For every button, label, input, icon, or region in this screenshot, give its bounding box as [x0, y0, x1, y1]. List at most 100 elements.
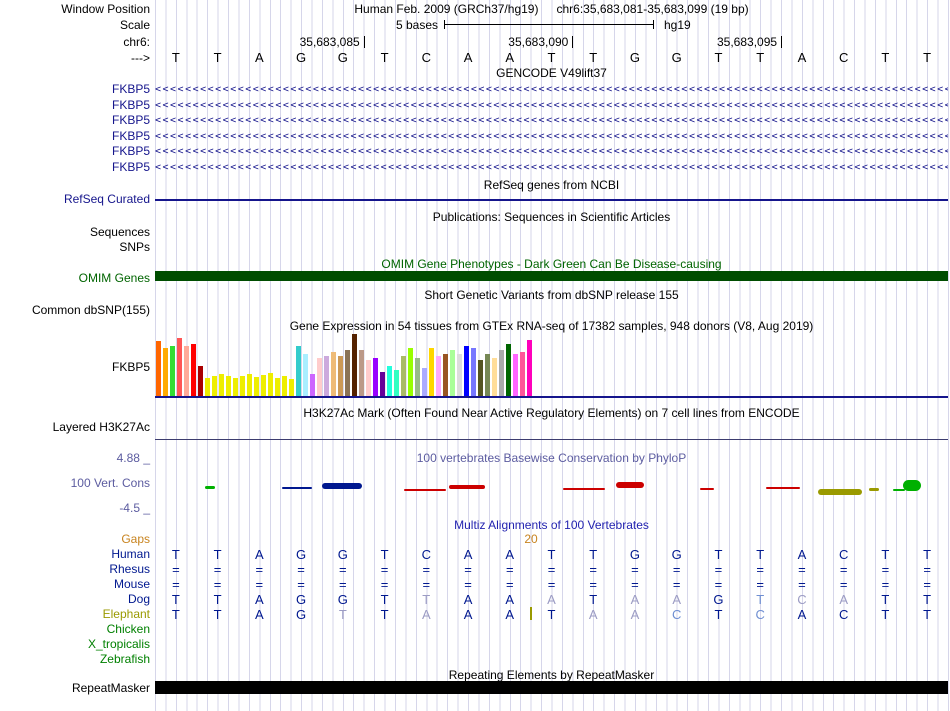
alignment-row-dog[interactable]: TTAGGTTAAATAAGTCATT [155, 592, 948, 607]
gtex-expression-bar[interactable] [394, 370, 399, 396]
gtex-expression-bar[interactable] [240, 376, 245, 396]
gtex-expression-bar[interactable] [345, 350, 350, 396]
alignment-base: = [213, 562, 222, 577]
common-dbsnp-label[interactable]: Common dbSNP(155) [0, 303, 150, 317]
gtex-expression-bar[interactable] [296, 346, 301, 396]
alignment-row-chicken[interactable] [155, 622, 948, 636]
repeatmasker-bar[interactable] [155, 681, 948, 694]
gtex-expression-bar[interactable] [184, 346, 189, 396]
gene-label-fkbp5[interactable]: FKBP5 [0, 129, 150, 143]
snps-label[interactable]: SNPs [0, 240, 150, 254]
gtex-expression-bar[interactable] [436, 356, 441, 396]
gtex-expression-bar[interactable] [226, 376, 231, 396]
gene-intron-arrows[interactable]: <<<<<<<<<<<<<<<<<<<<<<<<<<<<<<<<<<<<<<<<… [155, 83, 948, 96]
species-label-elephant[interactable]: Elephant [0, 607, 150, 621]
gtex-expression-bar[interactable] [233, 378, 238, 396]
species-label-rhesus[interactable]: Rhesus [0, 562, 150, 576]
gtex-expression-bar[interactable] [310, 374, 315, 396]
gtex-expression-bar[interactable] [422, 368, 427, 396]
gtex-expression-bar[interactable] [170, 346, 175, 396]
alignment-row-human[interactable]: TTAGGTCAATTGGTTACTT [155, 547, 948, 562]
gtex-expression-bar[interactable] [247, 374, 252, 396]
repeatmasker-label[interactable]: RepeatMasker [0, 681, 150, 695]
layered-h3k27ac-label[interactable]: Layered H3K27Ac [0, 420, 150, 434]
gtex-expression-bar[interactable] [513, 354, 518, 396]
gtex-expression-bar[interactable] [303, 354, 308, 396]
gtex-expression-bar[interactable] [450, 350, 455, 396]
gtex-gene-label[interactable]: FKBP5 [0, 360, 150, 374]
species-label-mouse[interactable]: Mouse [0, 577, 150, 591]
alignment-row-mouse[interactable]: = = = = = = = = = = = = = = = = = = = [155, 577, 948, 592]
gtex-expression-bar[interactable] [478, 360, 483, 396]
alignment-base: A [463, 592, 473, 607]
species-label-x_tropicalis[interactable]: X_tropicalis [0, 637, 150, 651]
omim-gene-bar[interactable] [155, 271, 948, 281]
omim-genes-label[interactable]: OMIM Genes [0, 271, 150, 285]
gtex-expression-bar[interactable] [275, 378, 280, 396]
gtex-expression-bar[interactable] [212, 376, 217, 396]
species-label-zebrafish[interactable]: Zebrafish [0, 652, 150, 666]
gtex-expression-bar[interactable] [457, 354, 462, 396]
gtex-expression-bar[interactable] [268, 373, 273, 396]
gene-label-fkbp5[interactable]: FKBP5 [0, 113, 150, 127]
gene-label-fkbp5[interactable]: FKBP5 [0, 98, 150, 112]
refseq-curated-label[interactable]: RefSeq Curated [0, 192, 150, 206]
gtex-expression-bar[interactable] [464, 346, 469, 396]
gtex-expression-bar[interactable] [520, 352, 525, 396]
gtex-expression-bar[interactable] [366, 360, 371, 396]
gene-label-fkbp5[interactable]: FKBP5 [0, 160, 150, 174]
gene-intron-arrows[interactable]: <<<<<<<<<<<<<<<<<<<<<<<<<<<<<<<<<<<<<<<<… [155, 130, 948, 143]
gtex-expression-bar[interactable] [443, 354, 448, 396]
alignment-row-elephant[interactable]: TTAGTTAAATAACTCACTT [155, 607, 948, 622]
sequences-label[interactable]: Sequences [0, 225, 150, 239]
gene-intron-arrows[interactable]: <<<<<<<<<<<<<<<<<<<<<<<<<<<<<<<<<<<<<<<<… [155, 99, 948, 112]
gtex-expression-bar[interactable] [254, 377, 259, 396]
insertion-mark [530, 607, 532, 620]
gtex-expression-bar[interactable] [485, 354, 490, 396]
phylop-min-label: -4.5 _ [119, 501, 150, 515]
gtex-expression-bar[interactable] [191, 344, 196, 396]
species-label-chicken[interactable]: Chicken [0, 622, 150, 636]
alignment-row-zebrafish[interactable] [155, 652, 948, 666]
gtex-expression-bar[interactable] [429, 348, 434, 396]
gtex-expression-bar[interactable] [177, 338, 182, 396]
gtex-expression-bar[interactable] [471, 348, 476, 396]
gtex-expression-bar[interactable] [163, 348, 168, 396]
gtex-expression-bar[interactable] [359, 350, 364, 396]
gtex-expression-bar[interactable] [499, 350, 504, 396]
gtex-expression-bar[interactable] [198, 366, 203, 396]
gtex-expression-bar[interactable] [380, 372, 385, 396]
gene-intron-arrows[interactable]: <<<<<<<<<<<<<<<<<<<<<<<<<<<<<<<<<<<<<<<<… [155, 145, 948, 158]
gtex-expression-bar[interactable] [352, 334, 357, 396]
gtex-expression-bar[interactable] [324, 356, 329, 396]
gtex-expression-bar[interactable] [261, 375, 266, 396]
gene-label-fkbp5[interactable]: FKBP5 [0, 82, 150, 96]
gtex-expression-bar[interactable] [317, 358, 322, 396]
gtex-expression-bar[interactable] [506, 344, 511, 396]
gtex-expression-bar[interactable] [401, 356, 406, 396]
species-label-human[interactable]: Human [0, 547, 150, 561]
gtex-expression-bar[interactable] [289, 379, 294, 396]
gtex-expression-bar[interactable] [219, 374, 224, 396]
alignment-row-x_tropicalis[interactable] [155, 637, 948, 651]
gene-intron-arrows[interactable]: <<<<<<<<<<<<<<<<<<<<<<<<<<<<<<<<<<<<<<<<… [155, 114, 948, 127]
refseq-curated-feature[interactable] [155, 199, 948, 201]
vert-cons-label[interactable]: 100 Vert. Cons [0, 476, 150, 490]
species-label-dog[interactable]: Dog [0, 592, 150, 606]
gtex-expression-bar[interactable] [492, 358, 497, 396]
gtex-expression-bar[interactable] [415, 358, 420, 396]
gene-intron-arrows[interactable]: <<<<<<<<<<<<<<<<<<<<<<<<<<<<<<<<<<<<<<<<… [155, 161, 948, 174]
window-position-title: Human Feb. 2009 (GRCh37/hg19) chr6:35,683… [155, 2, 948, 16]
gene-label-fkbp5[interactable]: FKBP5 [0, 144, 150, 158]
alignment-row-rhesus[interactable]: = = = = = = = = = = = = = = = = = = = [155, 562, 948, 577]
gtex-expression-bar[interactable] [282, 376, 287, 396]
gtex-expression-bar[interactable] [387, 366, 392, 396]
gtex-expression-bar[interactable] [408, 348, 413, 396]
gtex-expression-bar[interactable] [338, 356, 343, 396]
gtex-expression-bar[interactable] [156, 341, 161, 396]
gtex-expression-bar[interactable] [331, 352, 336, 396]
gtex-expression-bar[interactable] [373, 358, 378, 396]
gtex-expression-bar[interactable] [527, 340, 532, 396]
gtex-expression-bar[interactable] [205, 378, 210, 396]
gaps-label[interactable]: Gaps [0, 532, 150, 546]
